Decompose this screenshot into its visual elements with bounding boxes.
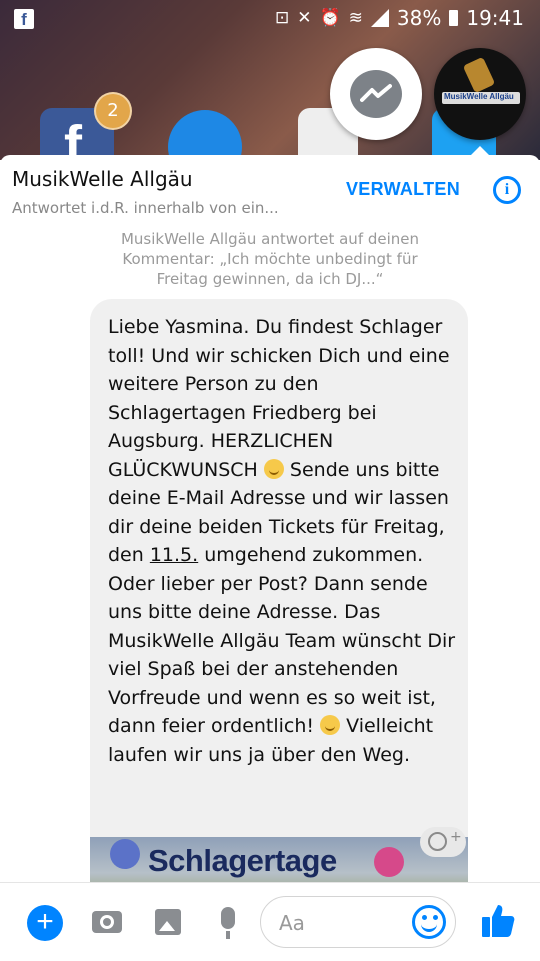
signal-icon xyxy=(370,9,389,27)
plus-icon[interactable]: + xyxy=(27,905,63,941)
camera-icon[interactable] xyxy=(92,911,122,933)
smiley-icon xyxy=(428,832,447,851)
emoji-icon[interactable] xyxy=(412,905,446,939)
mute-icon: ✕ xyxy=(297,8,312,28)
battery-percent: 38% xyxy=(396,6,442,30)
facebook-icon: f xyxy=(14,9,34,29)
smile-emoji-icon xyxy=(320,715,341,735)
musikwelle-chathead[interactable]: MusikWelle Allgäu xyxy=(434,48,526,140)
add-reaction-button[interactable]: + xyxy=(420,827,466,857)
response-time: Antwortet i.d.R. innerhalb von ein... xyxy=(12,199,279,217)
message-input[interactable]: Aa xyxy=(260,896,456,948)
messenger-bolt-icon xyxy=(360,84,392,102)
date-link[interactable]: 11.5. xyxy=(150,544,198,566)
message-part: umgehend zukommen. Oder lieber per Post?… xyxy=(108,544,456,737)
info-icon[interactable]: i xyxy=(493,176,521,204)
notification-badge: 2 xyxy=(94,92,132,130)
input-placeholder: Aa xyxy=(279,911,305,935)
thumbs-up-icon[interactable] xyxy=(480,903,516,939)
message-part: Liebe Yasmina. Du findest Schlager toll!… xyxy=(108,316,450,481)
chat-area[interactable]: MusikWelle Allgäu antwortet auf deinen K… xyxy=(0,227,540,882)
message-bubble[interactable]: Liebe Yasmina. Du findest Schlager toll!… xyxy=(90,299,468,882)
wifi-icon: ≋ xyxy=(348,8,363,28)
battery-saver-icon: ⊡ xyxy=(274,8,290,28)
chathead-logo-text: MusikWelle Allgäu xyxy=(444,92,514,101)
flower-icon xyxy=(374,847,404,877)
message-text: Liebe Yasmina. Du findest Schlager toll!… xyxy=(108,313,458,769)
attachment-image[interactable]: Schlagertage xyxy=(90,837,468,882)
image-icon[interactable] xyxy=(155,909,181,935)
alarm-icon: ⏰ xyxy=(319,8,341,28)
conversation-header: MusikWelle Allgäu Antwortet i.d.R. inner… xyxy=(0,155,540,228)
microphone-icon[interactable] xyxy=(221,907,235,939)
reply-context-note: MusikWelle Allgäu antwortet auf deinen K… xyxy=(120,230,420,288)
microphone-icon xyxy=(462,56,496,94)
composer-bar: + Aa xyxy=(0,882,540,961)
status-bar: f ⊡ ✕ ⏰ ≋ 38% 19:41 xyxy=(0,0,540,38)
banner-text: Schlagertage xyxy=(148,843,337,878)
plus-icon: + xyxy=(450,829,462,845)
messenger-chathead[interactable] xyxy=(330,48,422,140)
contact-name[interactable]: MusikWelle Allgäu xyxy=(12,167,193,191)
manage-button[interactable]: VERWALTEN xyxy=(346,179,460,200)
flower-icon xyxy=(110,839,140,869)
battery-icon xyxy=(449,10,459,26)
smile-emoji-icon xyxy=(263,458,284,479)
clock: 19:41 xyxy=(466,6,524,30)
